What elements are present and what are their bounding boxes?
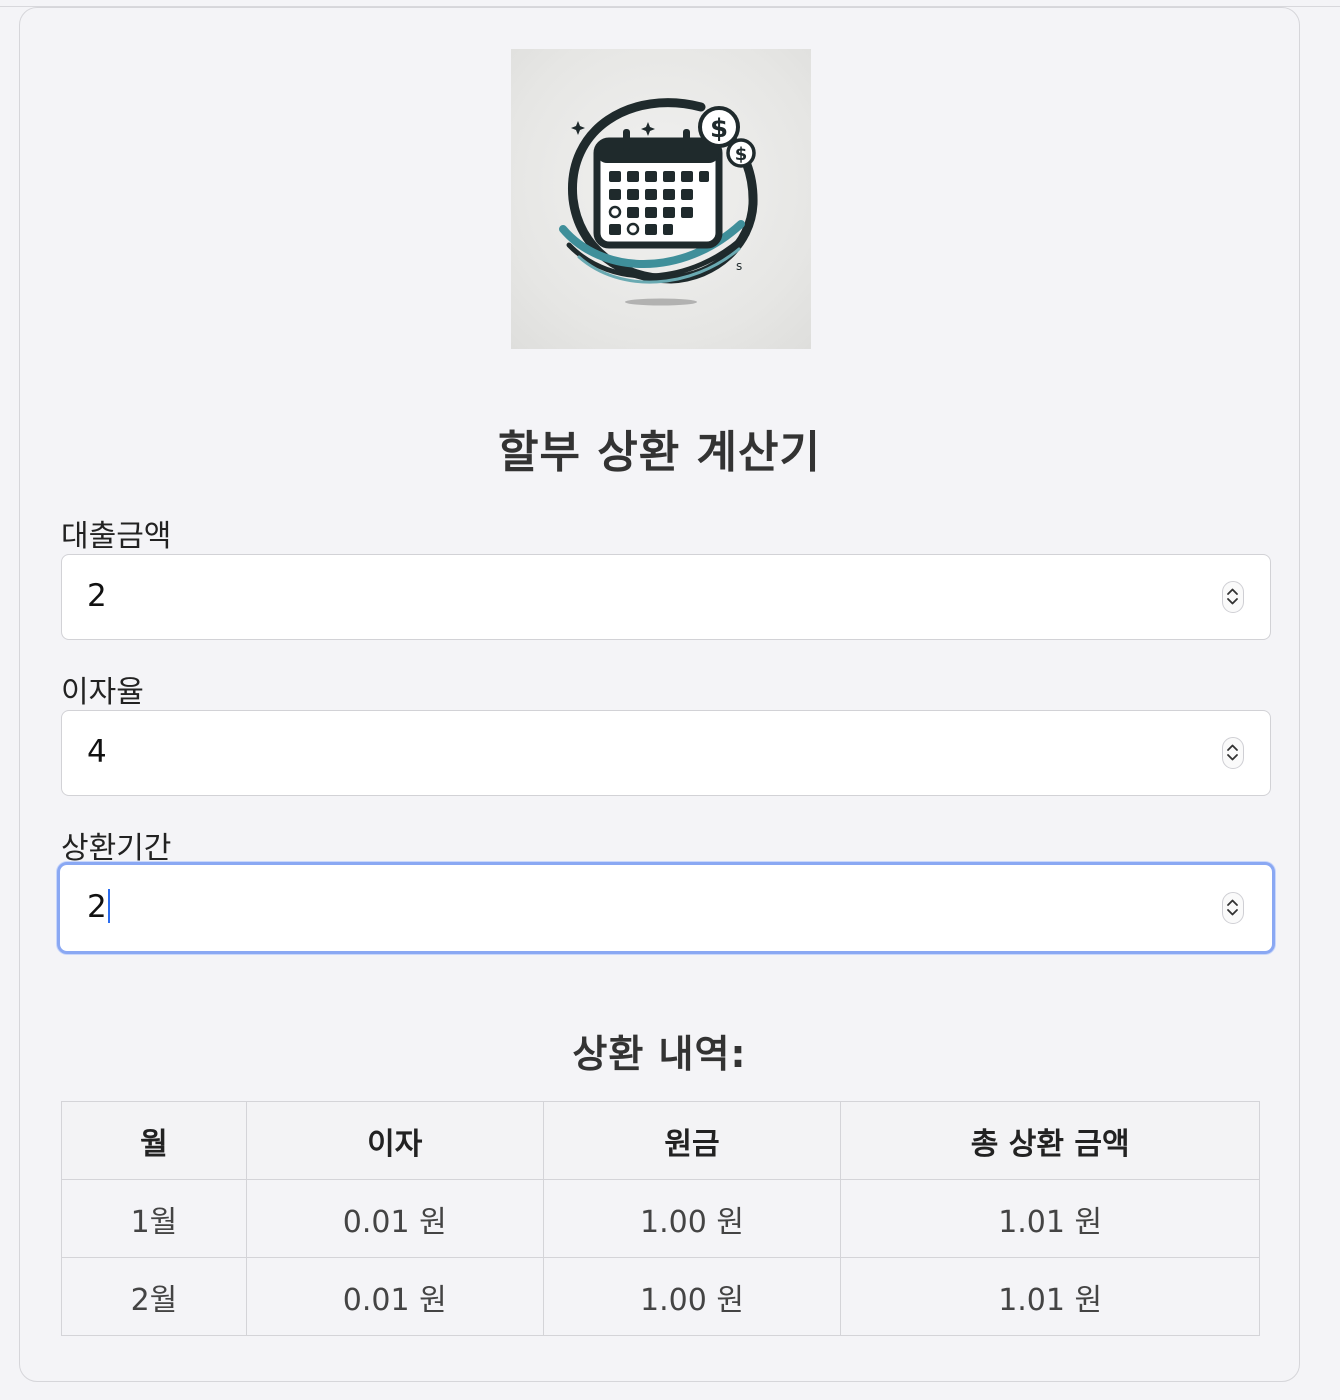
loan-amount-stepper[interactable] <box>1222 581 1244 613</box>
cell-principal: 1.00 원 <box>542 1179 842 1258</box>
cell-month: 2월 <box>61 1257 247 1336</box>
svg-text:$: $ <box>710 114 728 144</box>
table-header-row: 월 이자 원금 총 상환 금액 <box>61 1101 1260 1180</box>
term-input[interactable]: 2 <box>57 862 1275 954</box>
cell-interest: 0.01 원 <box>245 1257 544 1336</box>
header-interest: 이자 <box>245 1101 544 1180</box>
cell-interest: 0.01 원 <box>245 1179 544 1258</box>
loan-amount-input[interactable]: 2 <box>61 554 1271 640</box>
interest-rate-label: 이자율 <box>61 675 144 710</box>
repayment-schedule-table: 월 이자 원금 총 상환 금액 1월 0.01 원 1.00 원 1.01 원 … <box>61 1101 1260 1336</box>
stepper-arrows-icon <box>1227 744 1238 761</box>
cell-total: 1.01 원 <box>840 1179 1260 1258</box>
calendar-coins-logo-icon: $ $ s <box>559 98 758 306</box>
header-month: 월 <box>61 1101 247 1180</box>
term-stepper[interactable] <box>1222 892 1244 924</box>
calculator-card: $ $ s 할부 상환 계산기 대출금액 2 이자율 4 상환기간 2 상환 내… <box>19 7 1300 1382</box>
header-principal: 원금 <box>542 1101 842 1180</box>
app-logo: $ $ s <box>511 49 811 349</box>
term-value: 2 <box>87 889 110 925</box>
interest-rate-value: 4 <box>87 734 107 770</box>
page-title: 할부 상환 계산기 <box>498 427 821 478</box>
header-total: 총 상환 금액 <box>840 1101 1260 1180</box>
browser-top-edge <box>0 0 1340 7</box>
stepper-arrows-icon <box>1227 899 1238 916</box>
cell-principal: 1.00 원 <box>542 1257 842 1336</box>
interest-rate-input[interactable]: 4 <box>61 710 1271 796</box>
cell-total: 1.01 원 <box>840 1257 1260 1336</box>
cell-month: 1월 <box>61 1179 247 1258</box>
text-caret <box>107 889 110 923</box>
table-row: 2월 0.01 원 1.00 원 1.01 원 <box>61 1257 1260 1336</box>
stepper-arrows-icon <box>1227 588 1238 605</box>
schedule-title: 상환 내역: <box>572 1032 747 1076</box>
svg-text:s: s <box>736 259 742 273</box>
table-row: 1월 0.01 원 1.00 원 1.01 원 <box>61 1179 1260 1258</box>
svg-text:$: $ <box>735 144 748 165</box>
loan-amount-value: 2 <box>87 578 107 614</box>
term-label: 상환기간 <box>61 831 172 866</box>
interest-rate-stepper[interactable] <box>1222 737 1244 769</box>
loan-amount-label: 대출금액 <box>61 519 172 554</box>
